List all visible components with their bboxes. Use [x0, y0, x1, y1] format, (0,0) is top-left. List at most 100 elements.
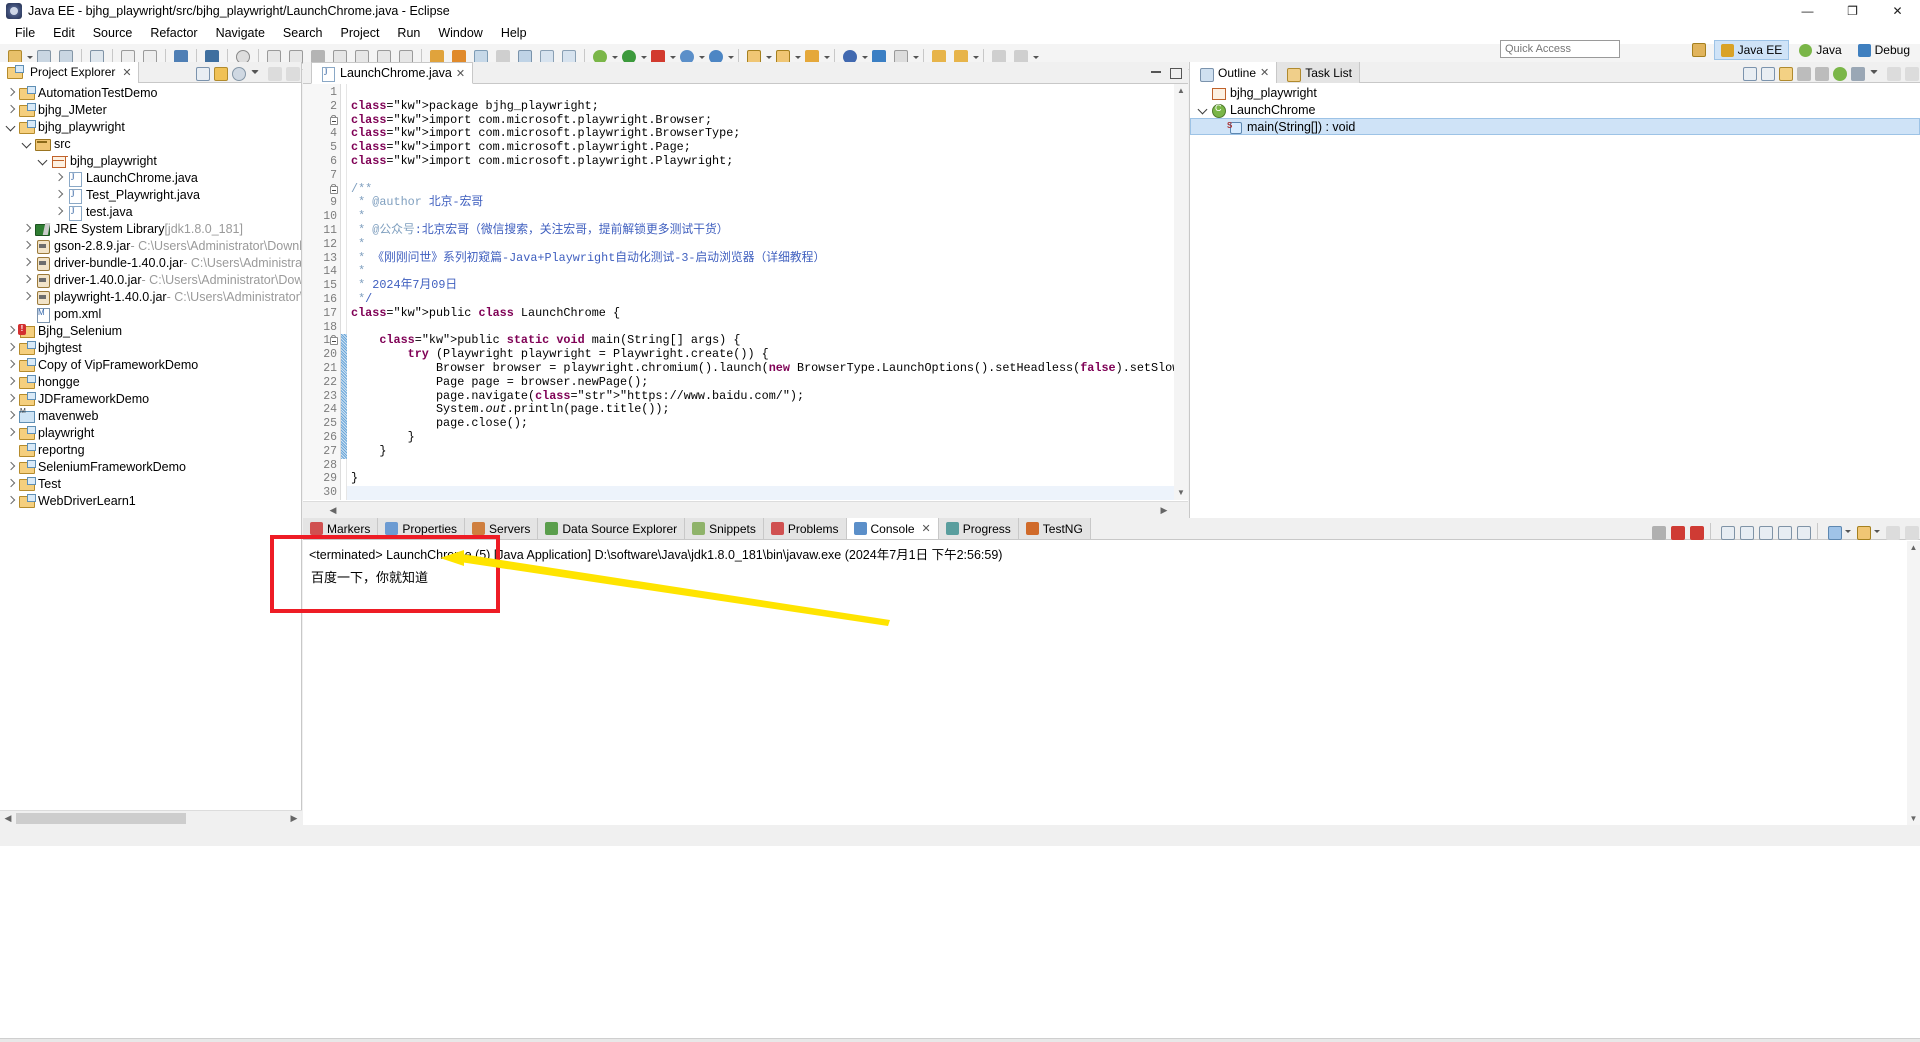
chevron-right-icon[interactable]: [4, 408, 18, 424]
close-button[interactable]: ✕: [1875, 0, 1920, 22]
code-line[interactable]: }: [347, 444, 1188, 459]
code-line[interactable]: Page page = browser.newPage();: [347, 375, 1188, 390]
tree-item[interactable]: JRE System Library [jdk1.8.0_181]: [0, 220, 301, 237]
code-line[interactable]: *: [347, 209, 1188, 224]
code-line[interactable]: page.navigate(class="str">"https://www.b…: [347, 389, 1188, 404]
menu-help[interactable]: Help: [492, 24, 536, 42]
remove-all-terminated-icon[interactable]: [1687, 523, 1704, 540]
console-tab-problems[interactable]: Problems: [763, 518, 847, 539]
console-output-area[interactable]: <terminated> LaunchChrome (5) [Java Appl…: [303, 541, 1920, 825]
tree-item[interactable]: bjhg_playwright: [0, 152, 301, 169]
code-line[interactable]: [347, 169, 1188, 183]
chevron-right-icon[interactable]: [4, 357, 18, 373]
tree-item[interactable]: SeleniumFrameworkDemo: [0, 458, 301, 475]
source-code[interactable]: class="kw">package bjhg_playwright;class…: [347, 84, 1188, 500]
minimize-console-icon[interactable]: [1883, 523, 1900, 540]
code-line[interactable]: System.out.println(page.title());: [347, 402, 1188, 417]
minimize-editor-icon[interactable]: [1148, 65, 1164, 79]
code-line[interactable]: class="kw">package bjhg_playwright;: [347, 99, 1188, 114]
tree-item[interactable]: bjhgtest: [0, 339, 301, 356]
chevron-down-icon[interactable]: [20, 136, 34, 152]
tree-item[interactable]: LaunchChrome.java: [0, 169, 301, 187]
outline-item[interactable]: bjhg_playwright: [1190, 84, 1920, 101]
scroll-thumb[interactable]: [16, 813, 186, 824]
collapse-all-icon[interactable]: [193, 64, 210, 81]
code-line[interactable]: }: [347, 472, 1188, 486]
menu-file[interactable]: File: [6, 24, 44, 42]
tree-item[interactable]: Test: [0, 475, 301, 492]
remove-launch-icon[interactable]: [1668, 523, 1685, 540]
chevron-right-icon[interactable]: [20, 238, 34, 254]
project-explorer-hscrollbar[interactable]: ◀ ▶: [0, 810, 302, 825]
sort-icon[interactable]: [1776, 64, 1793, 81]
console-tab-snippets[interactable]: Snippets: [685, 518, 764, 539]
code-viewport[interactable]: 1234567891011121314151617181920212223242…: [303, 84, 1188, 500]
console-tab-progress[interactable]: Progress: [938, 518, 1019, 539]
quick-access-input[interactable]: Quick Access: [1500, 40, 1620, 58]
close-icon[interactable]: ✕: [922, 522, 931, 535]
console-tab-servers[interactable]: Servers: [465, 518, 539, 539]
editor-tab-launchchrome[interactable]: LaunchChrome.java ✕: [311, 62, 474, 84]
minimize-view-icon[interactable]: [265, 64, 282, 81]
scroll-down-icon[interactable]: ▼: [1909, 814, 1918, 823]
maximize-console-icon[interactable]: [1902, 523, 1919, 540]
chevron-right-icon[interactable]: [4, 493, 18, 509]
perspective-java-ee[interactable]: Java EE: [1713, 40, 1790, 60]
tree-item[interactable]: gson-2.8.9.jar - C:\Users\Administrator\…: [0, 237, 301, 254]
view-chevron-down-icon[interactable]: [1866, 64, 1882, 80]
maximize-view-icon[interactable]: [1902, 64, 1919, 81]
code-line[interactable]: [347, 486, 1188, 500]
view-chevron-down-icon[interactable]: [247, 64, 263, 80]
perspective-java[interactable]: Java: [1793, 40, 1847, 60]
maximize-view-icon[interactable]: [283, 64, 300, 81]
chevron-right-icon[interactable]: [4, 476, 18, 492]
tree-item[interactable]: reportng: [0, 441, 301, 458]
chevron-right-icon[interactable]: [4, 102, 18, 118]
code-line[interactable]: [347, 86, 1188, 100]
link-with-editor-icon[interactable]: [211, 64, 228, 81]
pin-console-icon[interactable]: [1775, 523, 1792, 540]
code-line[interactable]: [347, 459, 1188, 473]
perspective-debug[interactable]: Debug: [1852, 40, 1916, 60]
chevron-right-icon[interactable]: [4, 340, 18, 356]
chevron-right-icon[interactable]: [4, 374, 18, 390]
code-line[interactable]: *: [347, 264, 1188, 279]
new-console-dropdown-icon[interactable]: [1873, 521, 1880, 541]
chevron-right-icon[interactable]: [52, 170, 66, 186]
chevron-down-icon[interactable]: [1196, 102, 1210, 118]
chevron-right-icon[interactable]: [52, 204, 66, 220]
close-icon[interactable]: ✕: [1260, 66, 1269, 79]
chevron-right-icon[interactable]: [20, 221, 34, 237]
chevron-right-icon[interactable]: [20, 255, 34, 271]
open-console-dropdown-icon[interactable]: [1844, 521, 1851, 541]
tree-item[interactable]: AutomationTestDemo: [0, 84, 301, 101]
code-line[interactable]: * 2024年7月09日: [347, 278, 1188, 293]
fold-toggle-icon[interactable]: [330, 116, 338, 125]
expand-all-icon[interactable]: [1758, 64, 1775, 81]
console-tab-console[interactable]: Console ✕: [846, 518, 939, 539]
fold-toggle-icon[interactable]: [330, 185, 338, 194]
code-line[interactable]: * @公众号:北京宏哥（微信搜索，关注宏哥，提前解锁更多测试干货）: [347, 223, 1188, 238]
tab-project-explorer[interactable]: Project Explorer ✕: [0, 61, 139, 83]
tree-item[interactable]: playwright-1.40.0.jar - C:\Users\Adminis…: [0, 288, 301, 305]
tab-task-list[interactable]: Task List: [1277, 62, 1360, 83]
code-line[interactable]: */: [347, 292, 1188, 307]
code-line[interactable]: class="kw">import com.microsoft.playwrig…: [347, 140, 1188, 155]
editor-horizontal-scrollbar[interactable]: ◀ ▶: [303, 501, 1188, 518]
open-console-icon[interactable]: [1825, 523, 1842, 540]
code-line[interactable]: class="kw">import com.microsoft.playwrig…: [347, 154, 1188, 169]
code-line[interactable]: class="kw">public class LaunchChrome {: [347, 306, 1188, 321]
code-line[interactable]: }: [347, 430, 1188, 445]
tree-item[interactable]: JDFrameworkDemo: [0, 390, 301, 407]
editor-vertical-scrollbar[interactable]: ▲ ▼: [1174, 84, 1188, 500]
editor-tab-close-icon[interactable]: ✕: [456, 67, 465, 80]
console-vertical-scrollbar[interactable]: ▲ ▼: [1907, 541, 1920, 825]
scroll-left-icon[interactable]: ◀: [327, 505, 339, 516]
minimize-button[interactable]: —: [1785, 0, 1830, 22]
tree-item[interactable]: test.java: [0, 203, 301, 221]
menu-project[interactable]: Project: [332, 24, 389, 42]
tree-item[interactable]: mavenweb: [0, 407, 301, 424]
code-line[interactable]: class="kw">public static void main(Strin…: [347, 333, 1188, 348]
code-line[interactable]: Browser browser = playwright.chromium().…: [347, 361, 1188, 376]
menu-source[interactable]: Source: [84, 24, 142, 42]
